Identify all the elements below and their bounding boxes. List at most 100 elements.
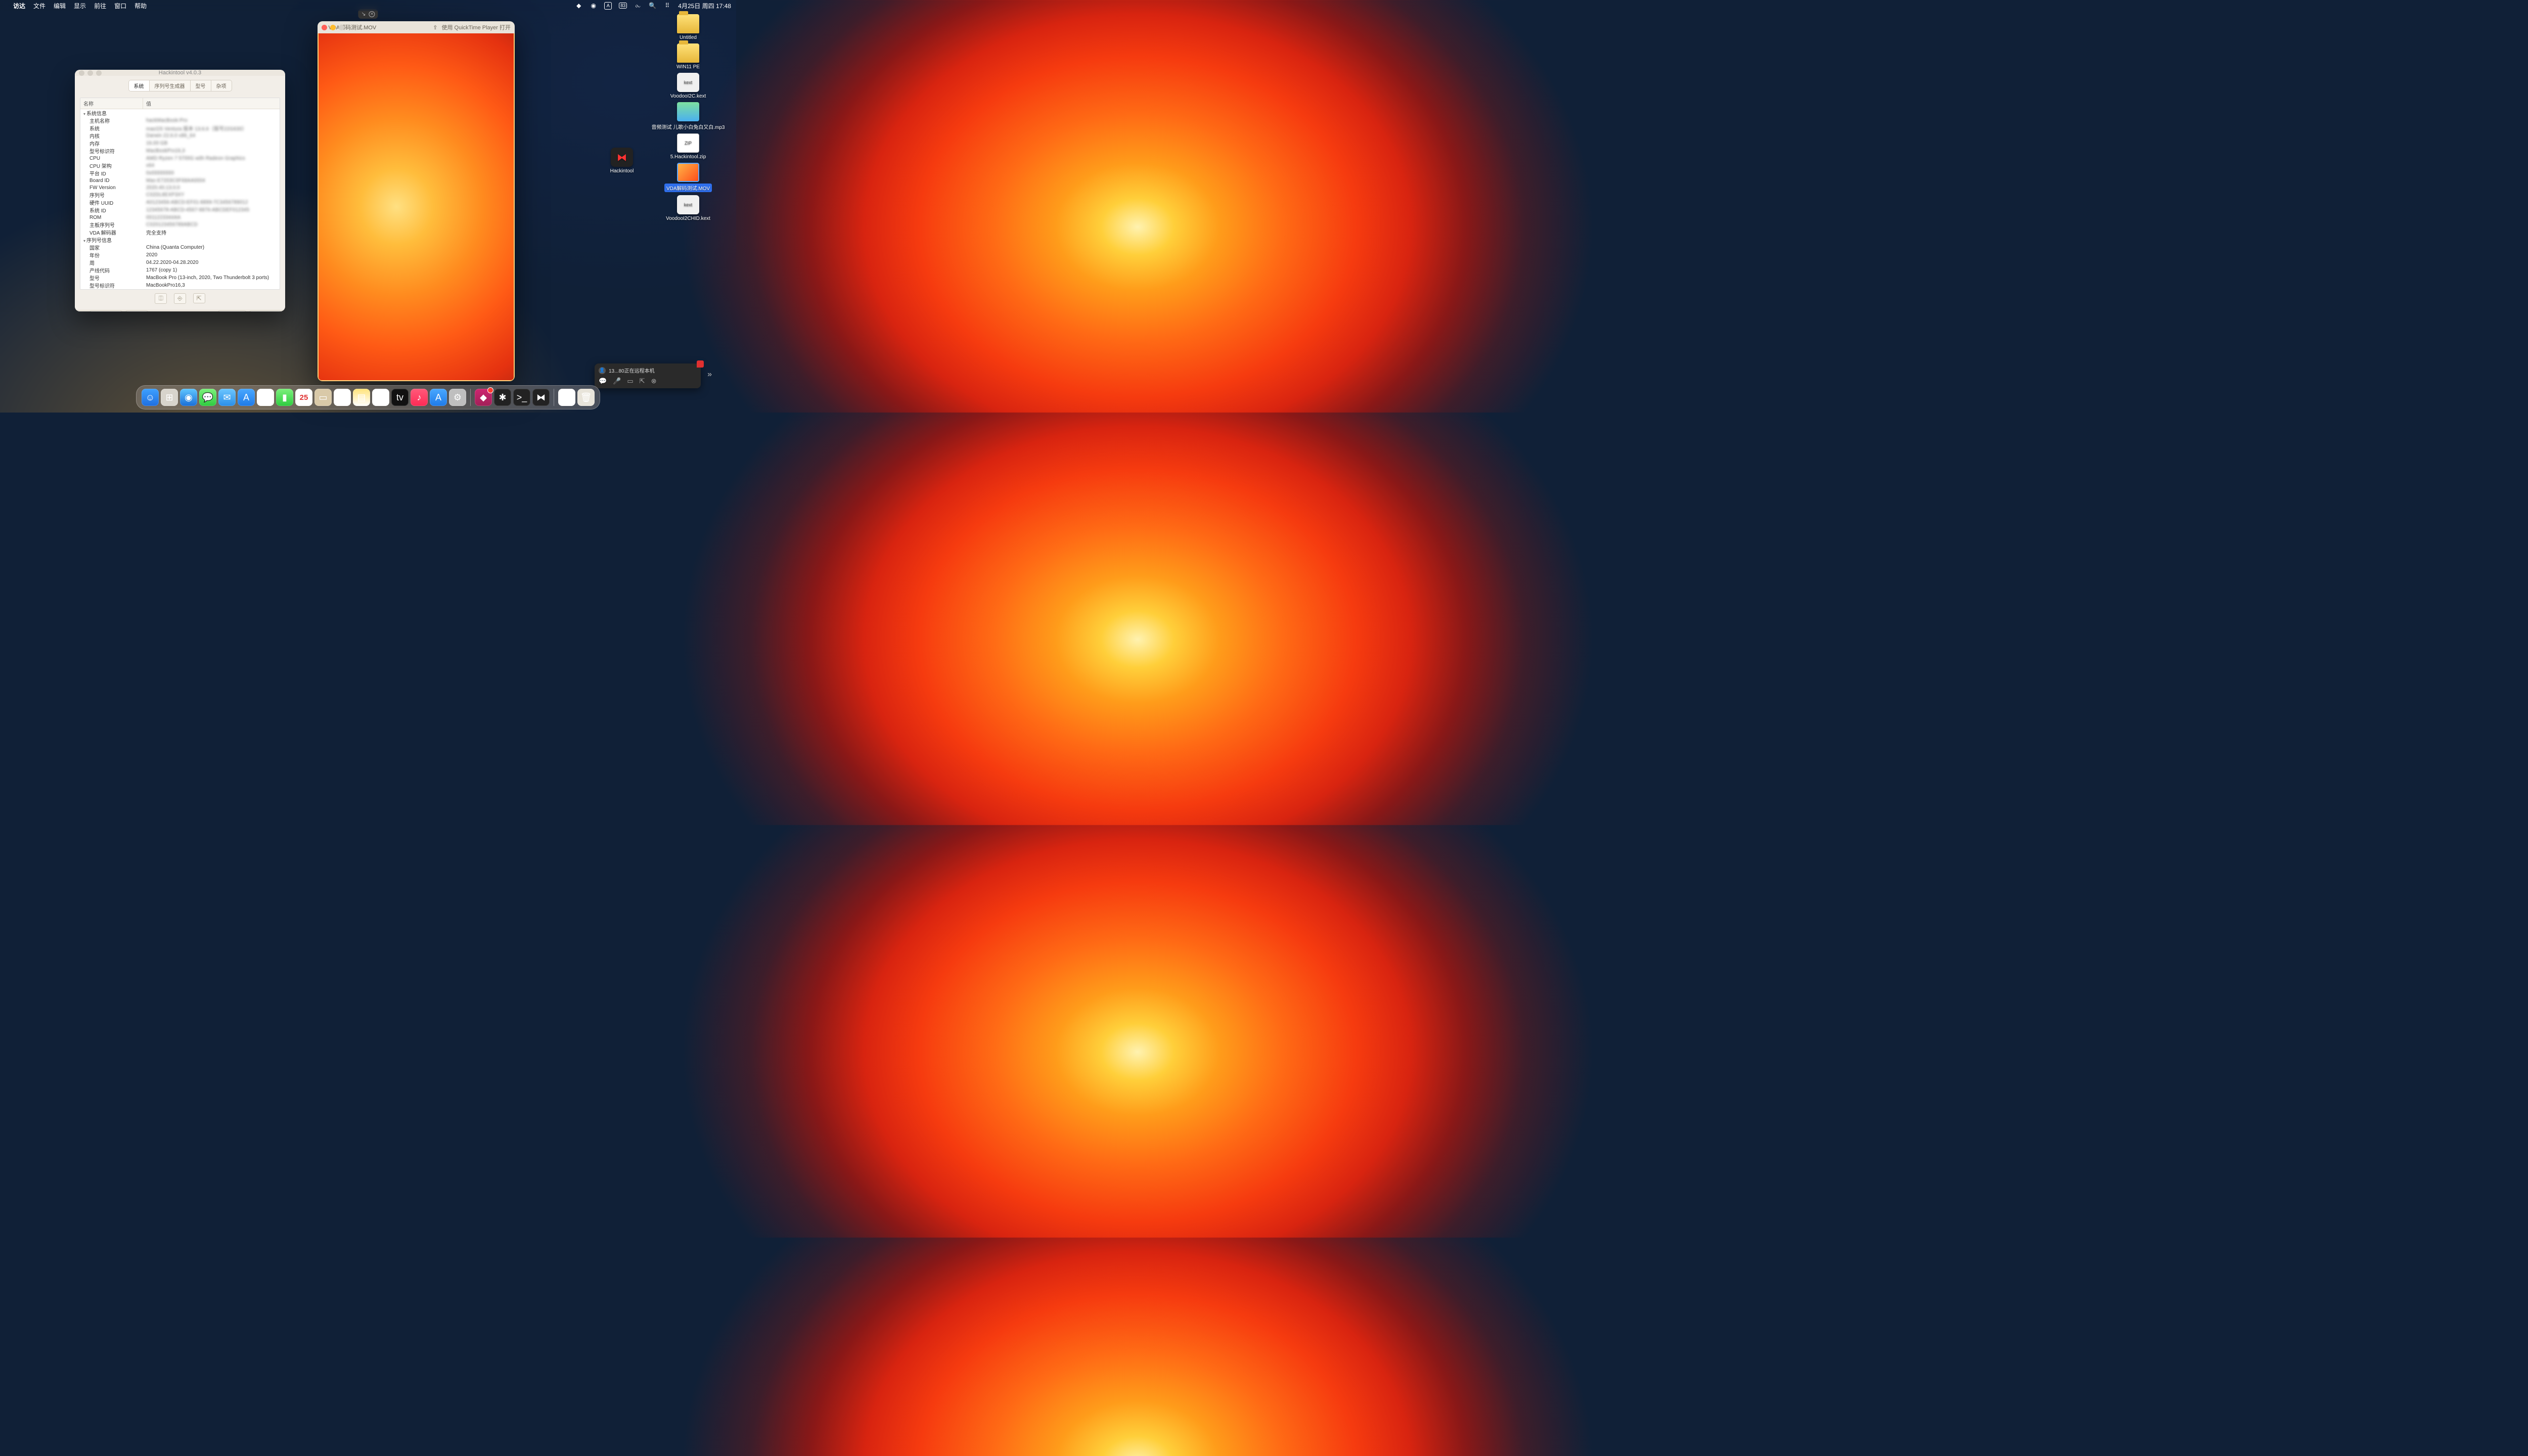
badge-icon <box>487 387 493 393</box>
table-row: 主机名称hackMacBook-Pro <box>80 117 280 124</box>
dock-tv[interactable]: tv <box>391 389 409 406</box>
screenshare-stop-icon[interactable]: ✕ <box>369 11 375 17</box>
clock[interactable]: 4月25日 周四 17:48 <box>678 2 731 10</box>
segment-2[interactable]: 型号 <box>191 80 211 91</box>
menu-view[interactable]: 显示 <box>74 2 86 10</box>
quicktime-window[interactable]: ▸VDA解码测试.MOV ⇪ 使用 QuickTime Player 打开 <box>318 21 515 381</box>
zoom-icon[interactable] <box>96 70 102 76</box>
share-icon[interactable]: ⇪ <box>433 24 437 31</box>
hackintool-title: Hackintool v4.0.3 <box>159 70 201 76</box>
menu-file[interactable]: 文件 <box>33 2 46 10</box>
dock-finder[interactable]: ☺ <box>142 389 159 406</box>
dock-todesk[interactable]: ◆ <box>475 389 492 406</box>
col-value[interactable]: 值 <box>143 98 280 109</box>
dock-terminal[interactable]: >_ <box>513 389 530 406</box>
dock-freeform[interactable]: ✎ <box>372 389 389 406</box>
dock-hackintool[interactable]: ⧓ <box>532 389 550 406</box>
dock-notes[interactable]: ▤ <box>353 389 370 406</box>
dock-launchpad[interactable]: ⊞ <box>161 389 178 406</box>
export-icon[interactable]: ⇱ <box>193 293 205 303</box>
desktop-vda-mov[interactable]: VDA解码测试.MOV <box>650 163 726 192</box>
desktop-icons: Untitled WIN11 PE kextVoodooI2C.kext 音频测试 儿… <box>645 13 731 224</box>
table-row: 内核Darwin 22.6.0 x86_64 <box>80 132 280 140</box>
dock[interactable]: ☺⊞◉💬✉A✿▮25▭☑▤✎tv♪A⚙◆✱>_⧓▤🗑 <box>136 385 600 410</box>
screenrec-icon[interactable]: ◉ <box>590 2 597 10</box>
input-source[interactable]: A <box>604 2 612 10</box>
menu-edit[interactable]: 编辑 <box>54 2 66 10</box>
menu-window[interactable]: 窗口 <box>114 2 126 10</box>
dock-reminders[interactable]: ☑ <box>334 389 351 406</box>
table-row: 周04.22.2020-04.28.2020 <box>80 259 280 266</box>
dock-trash[interactable]: 🗑 <box>577 389 595 406</box>
todesk-status-icon[interactable]: ◆ <box>575 2 582 10</box>
traffic-lights[interactable] <box>322 25 344 30</box>
hackintool-window[interactable]: Hackintool v4.0.3 ⌂系统✎应用补丁⇥引导▭NVRAM⊞内核扩展… <box>75 70 285 311</box>
quicktime-titlebar[interactable]: ▸VDA解码测试.MOV ⇪ 使用 QuickTime Player 打开 <box>318 21 515 33</box>
donate-button[interactable]: ●Donate <box>218 310 246 311</box>
screenshare-toggle-icon[interactable]: ↘ <box>361 11 366 17</box>
desktop-win11pe-folder[interactable]: WIN11 PE <box>668 43 708 70</box>
table-row: 平台 ID0x00000000 <box>80 169 280 177</box>
upload-icon[interactable]: ⇱ <box>640 377 645 385</box>
table-row: VDA 解码器完全支持 <box>80 229 280 236</box>
desktop-untitled-folder[interactable]: Untitled <box>668 14 708 40</box>
dock-voice[interactable]: ✱ <box>494 389 511 406</box>
dock-music[interactable]: ♪ <box>411 389 428 406</box>
segment-1[interactable]: 序列号生成器 <box>150 80 191 91</box>
dock-mail[interactable]: ✉ <box>218 389 236 406</box>
desktop-hackintool-zip[interactable]: ZIP5.Hackintool.zip <box>668 133 708 160</box>
dock-facetime[interactable]: ▮ <box>276 389 293 406</box>
desktop-audio-mp3[interactable]: 音频测试 儿歌小白兔白又白.mp3 <box>650 102 726 130</box>
segment-0[interactable]: 系统 <box>129 80 150 91</box>
dock-safari[interactable]: ◉ <box>180 389 197 406</box>
minimize-icon[interactable] <box>330 25 336 30</box>
open-with-quicktime[interactable]: 使用 QuickTime Player 打开 <box>441 23 511 31</box>
menu-help[interactable]: 帮助 <box>134 2 147 10</box>
zoom-icon[interactable] <box>339 25 344 30</box>
star-button[interactable]: ★Star <box>125 310 148 311</box>
section-row[interactable]: 序列号信息 <box>80 236 280 244</box>
screen-icon[interactable]: ▭ <box>627 377 633 385</box>
spotlight-icon[interactable]: 🔍 <box>649 2 656 10</box>
remote-control-toast[interactable]: 👤13...80正在远程本机 💬 🎤 ▭ ⇱ ⊗ <box>595 363 701 388</box>
minimize-icon[interactable] <box>87 70 93 76</box>
dock-appstore2[interactable]: A <box>430 389 447 406</box>
desktop-voodooi2chid-kext[interactable]: kextVoodooI2CHID.kext <box>650 195 726 221</box>
table-row: 产线代码1767 (copy 1) <box>80 266 280 274</box>
traffic-lights[interactable] <box>79 70 102 76</box>
close-icon[interactable] <box>322 25 327 30</box>
col-name[interactable]: 名称 <box>80 98 143 109</box>
quicktime-video[interactable] <box>318 33 515 381</box>
dock-settings[interactable]: ⚙ <box>449 389 466 406</box>
desktop-icon-label: VDA解码测试.MOV <box>664 184 712 192</box>
wifi-icon[interactable]: ⧜ <box>634 2 642 10</box>
hackintool-app-icon[interactable]: ⧓ Hackintool <box>602 148 642 174</box>
mic-icon[interactable]: 🎤 <box>613 377 621 385</box>
lock-icon[interactable]: 🔒 <box>79 311 86 312</box>
desktop-voodooi2c-kext[interactable]: kextVoodooI2C.kext <box>650 73 726 99</box>
dock-calendar[interactable]: 25 <box>295 389 312 406</box>
app-menu[interactable]: 访达 <box>13 2 25 10</box>
dock-appstore[interactable]: A <box>238 389 255 406</box>
table-row: 序列号C02DL8EXP3XY <box>80 191 280 199</box>
tool-2[interactable]: ⎆ <box>174 293 186 304</box>
chat-icon[interactable]: 💬 <box>599 377 607 385</box>
dock-photos[interactable]: ✿ <box>257 389 274 406</box>
hackintool-titlebar[interactable]: Hackintool v4.0.3 <box>75 70 285 76</box>
dock-textedit[interactable]: ▤ <box>558 389 575 406</box>
close-remote-icon[interactable]: ⊗ <box>651 377 657 385</box>
segment-3[interactable]: 杂项 <box>211 80 232 91</box>
table-body[interactable]: 系统信息主机名称hackMacBook-Pro系统macOS Ventura 版… <box>80 109 280 289</box>
dock-contacts[interactable]: ▭ <box>314 389 332 406</box>
sponsor-button[interactable]: ♡Sponsor <box>249 310 281 311</box>
dock-messages[interactable]: 💬 <box>199 389 216 406</box>
menu-go[interactable]: 前往 <box>94 2 106 10</box>
section-row[interactable]: 系统信息 <box>80 109 280 117</box>
battery-status[interactable]: 83 <box>619 3 627 9</box>
tool-1[interactable]: ⎅ <box>155 293 167 304</box>
website-button[interactable]: 🌐Website <box>89 310 122 311</box>
remote-expand-icon[interactable]: » <box>707 370 712 379</box>
segment-control[interactable]: 系统序列号生成器型号杂项 <box>128 80 232 92</box>
control-center-icon[interactable]: ⠿ <box>663 2 671 10</box>
close-icon[interactable] <box>79 70 84 76</box>
